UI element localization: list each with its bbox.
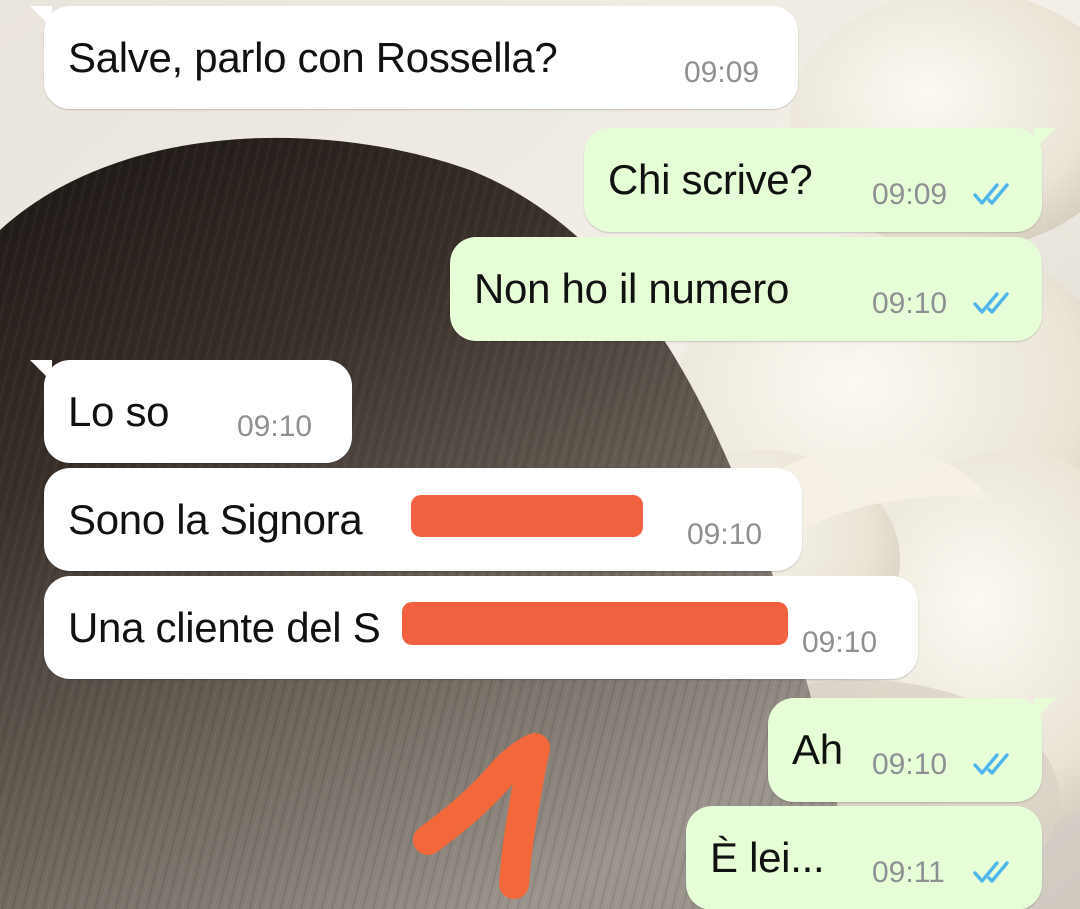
message-text: È lei... bbox=[710, 834, 825, 881]
bubble-tail bbox=[1034, 128, 1056, 150]
message-bubble-outgoing[interactable]: Ah 09:10 bbox=[768, 698, 1056, 802]
message-bubble-incoming[interactable]: Una cliente del S 09:10 bbox=[44, 576, 918, 679]
message-text: Ah bbox=[792, 726, 843, 773]
message-text: Lo so bbox=[68, 388, 170, 435]
bubble-tail bbox=[1034, 698, 1056, 720]
message-time: 09:10 bbox=[872, 287, 948, 320]
double-check-read-icon bbox=[973, 753, 1009, 775]
double-check-read-icon bbox=[973, 292, 1009, 314]
message-time: 09:10 bbox=[872, 748, 948, 781]
bubble-tail bbox=[30, 360, 52, 382]
redaction-block bbox=[411, 495, 643, 537]
message-text: Una cliente del S bbox=[68, 604, 381, 651]
message-text: Non ho il numero bbox=[474, 265, 790, 312]
message-text: Sono la Signora bbox=[68, 496, 363, 543]
chat-screen: Salve, parlo con Rossella? 09:09 Chi scr… bbox=[0, 0, 1080, 909]
message-bubble-outgoing[interactable]: È lei... 09:11 bbox=[686, 806, 1042, 909]
message-time: 09:09 bbox=[872, 178, 948, 211]
message-bubble-outgoing[interactable]: Chi scrive? 09:09 bbox=[584, 128, 1056, 232]
message-time: 09:10 bbox=[237, 410, 313, 443]
message-bubble-incoming[interactable]: Lo so 09:10 bbox=[30, 360, 352, 463]
bubble-tail bbox=[30, 6, 52, 28]
message-time: 09:09 bbox=[684, 56, 760, 89]
message-time: 09:10 bbox=[687, 518, 763, 551]
message-bubble-incoming[interactable]: Salve, parlo con Rossella? 09:09 bbox=[30, 6, 798, 109]
message-text: Chi scrive? bbox=[608, 156, 813, 203]
double-check-read-icon bbox=[973, 183, 1009, 205]
double-check-read-icon bbox=[973, 861, 1009, 883]
message-time: 09:10 bbox=[802, 626, 878, 659]
redaction-block bbox=[402, 602, 788, 645]
message-bubble-outgoing[interactable]: Non ho il numero 09:10 bbox=[450, 237, 1042, 341]
message-text: Salve, parlo con Rossella? bbox=[68, 34, 558, 81]
message-time: 09:11 bbox=[872, 856, 945, 889]
message-bubble-incoming[interactable]: Sono la Signora 09:10 bbox=[44, 468, 802, 571]
